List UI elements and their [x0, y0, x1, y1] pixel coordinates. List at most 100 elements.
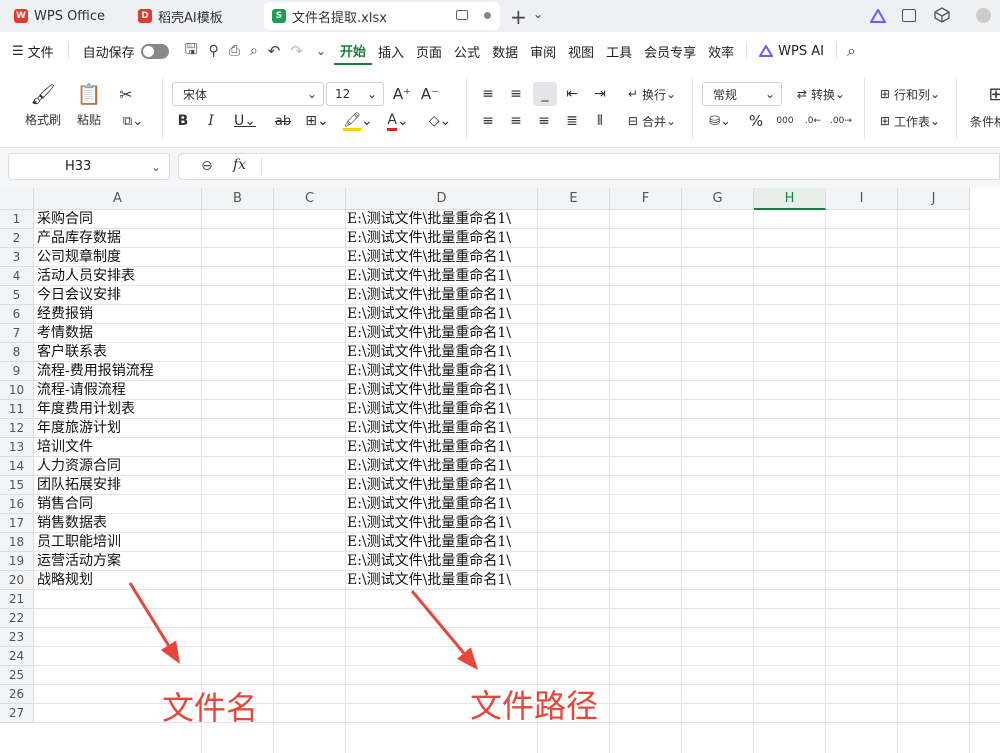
align-middle-icon[interactable]: ≡: [506, 84, 526, 104]
cell-a[interactable]: 流程-请假流程: [37, 381, 267, 400]
cell-a[interactable]: 培训文件: [37, 438, 267, 457]
cell-a[interactable]: 销售数据表: [37, 514, 267, 533]
row-header[interactable]: 9: [0, 362, 34, 381]
more-chevron-icon[interactable]: ⌄: [316, 44, 326, 58]
number-format-select[interactable]: 常规 ⌄: [702, 82, 782, 106]
row-header[interactable]: 25: [0, 666, 34, 685]
chevron-down-icon[interactable]: ⌄: [533, 7, 543, 21]
cube-icon[interactable]: [934, 7, 950, 27]
user-avatar-icon[interactable]: [976, 8, 991, 23]
monitor-icon[interactable]: [456, 10, 468, 20]
currency-icon[interactable]: ⛁⌄: [706, 112, 734, 130]
row-header[interactable]: 10: [0, 381, 34, 400]
conditional-format-icon[interactable]: ⊞: [986, 82, 1000, 106]
cell-d[interactable]: E:\测试文件\批量重命名1\: [347, 324, 547, 343]
file-menu[interactable]: ☰ 文件: [6, 37, 60, 65]
column-header-c[interactable]: C: [274, 188, 346, 210]
restore-window-icon[interactable]: [902, 9, 916, 22]
align-left-icon[interactable]: ≡: [478, 112, 498, 130]
name-box[interactable]: H33 ⌄: [8, 153, 170, 180]
print-preview-icon[interactable]: ⌕: [250, 43, 258, 59]
cell-d[interactable]: E:\测试文件\批量重命名1\: [347, 457, 547, 476]
cell-a[interactable]: 战略规划: [37, 571, 267, 590]
row-header[interactable]: 6: [0, 305, 34, 324]
row-header[interactable]: 19: [0, 552, 34, 571]
share-icon[interactable]: ⚲: [208, 43, 218, 59]
tab-docer[interactable]: D 稻壳AI模板: [130, 2, 256, 30]
column-header-b[interactable]: B: [202, 188, 274, 210]
cell-d[interactable]: E:\测试文件\批量重命名1\: [347, 229, 547, 248]
cell-d[interactable]: E:\测试文件\批量重命名1\: [347, 381, 547, 400]
cell-d[interactable]: E:\测试文件\批量重命名1\: [347, 552, 547, 571]
format-painter-icon[interactable]: 🖌: [22, 82, 64, 106]
column-header-a[interactable]: A: [34, 188, 202, 210]
wps-ai-logo-icon[interactable]: [869, 8, 887, 23]
row-header[interactable]: 14: [0, 457, 34, 476]
tab-wps-office[interactable]: W WPS Office: [6, 2, 122, 30]
clear-format-icon[interactable]: ◇⌄: [424, 112, 456, 130]
align-center-icon[interactable]: ≡: [506, 112, 526, 130]
select-all-corner[interactable]: [0, 188, 34, 210]
cell-a[interactable]: 团队拓展安排: [37, 476, 267, 495]
row-header[interactable]: 22: [0, 609, 34, 628]
row-header[interactable]: 16: [0, 495, 34, 514]
cell-d[interactable]: E:\测试文件\批量重命名1\: [347, 210, 547, 229]
thousands-icon[interactable]: 000: [774, 112, 796, 130]
font-color-icon[interactable]: A ⌄: [382, 112, 414, 131]
cell-d[interactable]: E:\测试文件\批量重命名1\: [347, 248, 547, 267]
tab-spreadsheet[interactable]: S 文件名提取.xlsx: [264, 2, 500, 30]
underline-icon[interactable]: U⌄: [230, 112, 260, 130]
font-size-select[interactable]: 12 ⌄: [326, 82, 384, 106]
indent-icon[interactable]: ⇥: [590, 84, 610, 104]
formula-input[interactable]: ⊖ fx: [178, 153, 1000, 180]
conditional-format-label[interactable]: 条件格: [970, 112, 1000, 130]
row-header[interactable]: 5: [0, 286, 34, 305]
cell-d[interactable]: E:\测试文件\批量重命名1\: [347, 362, 547, 381]
cell-d[interactable]: E:\测试文件\批量重命名1\: [347, 476, 547, 495]
align-bottom-icon[interactable]: _: [533, 82, 557, 106]
cell-d[interactable]: E:\测试文件\批量重命名1\: [347, 400, 547, 419]
cell-a[interactable]: 活动人员安排表: [37, 267, 267, 286]
convert-button[interactable]: ⇄ 转换 ⌄: [790, 84, 852, 104]
cell-d[interactable]: E:\测试文件\批量重命名1\: [347, 286, 547, 305]
tab-view[interactable]: 视图: [562, 37, 600, 65]
search-icon[interactable]: ⌕: [847, 41, 856, 61]
bold-icon[interactable]: B: [174, 112, 192, 130]
row-header[interactable]: 21: [0, 590, 34, 609]
tab-tools[interactable]: 工具: [600, 37, 638, 65]
zoom-icon[interactable]: ⊖: [201, 158, 213, 174]
column-header-j[interactable]: J: [898, 188, 970, 210]
column-header-i[interactable]: I: [826, 188, 898, 210]
cell-d[interactable]: E:\测试文件\批量重命名1\: [347, 438, 547, 457]
row-header[interactable]: 8: [0, 343, 34, 362]
cell-d[interactable]: E:\测试文件\批量重命名1\: [347, 343, 547, 362]
cell-a[interactable]: 采购合同: [37, 210, 267, 229]
strikethrough-icon[interactable]: ab: [272, 112, 294, 130]
fill-color-icon[interactable]: 🖍 ⌄: [342, 112, 374, 131]
paste-label[interactable]: 粘贴: [68, 110, 110, 128]
row-header[interactable]: 1: [0, 210, 34, 229]
cell-d[interactable]: E:\测试文件\批量重命名1\: [347, 514, 547, 533]
cut-icon[interactable]: ✂: [114, 84, 138, 104]
wrap-text-button[interactable]: ↵ 换行 ⌄: [622, 84, 682, 104]
row-header[interactable]: 12: [0, 419, 34, 438]
row-header[interactable]: 15: [0, 476, 34, 495]
tab-review[interactable]: 审阅: [524, 37, 562, 65]
row-header[interactable]: 3: [0, 248, 34, 267]
undo-icon[interactable]: ↶: [268, 42, 281, 60]
tab-page[interactable]: 页面: [410, 37, 448, 65]
cell-d[interactable]: E:\测试文件\批量重命名1\: [347, 495, 547, 514]
cell-a[interactable]: 年度费用计划表: [37, 400, 267, 419]
cell-a[interactable]: 员工职能培训: [37, 533, 267, 552]
merge-button[interactable]: ⊟ 合并 ⌄: [622, 112, 682, 130]
row-header[interactable]: 11: [0, 400, 34, 419]
save-icon[interactable]: 🖫: [185, 39, 198, 64]
italic-icon[interactable]: I: [202, 112, 220, 130]
spreadsheet-grid[interactable]: A B C D E F G H I J 1 采购合同 E:\测试文件\批量重命名1\ 2 产品库存数据 E:\…: [0, 188, 1000, 753]
border-icon[interactable]: ⊞⌄: [302, 112, 332, 130]
worksheet-button[interactable]: ⊞ 工作表 ⌄: [874, 112, 946, 130]
increase-decimal-icon[interactable]: .0←: [802, 112, 824, 130]
tab-efficiency[interactable]: 效率: [702, 37, 740, 65]
cell-a[interactable]: 公司规章制度: [37, 248, 267, 267]
column-header-d[interactable]: D: [346, 188, 538, 210]
